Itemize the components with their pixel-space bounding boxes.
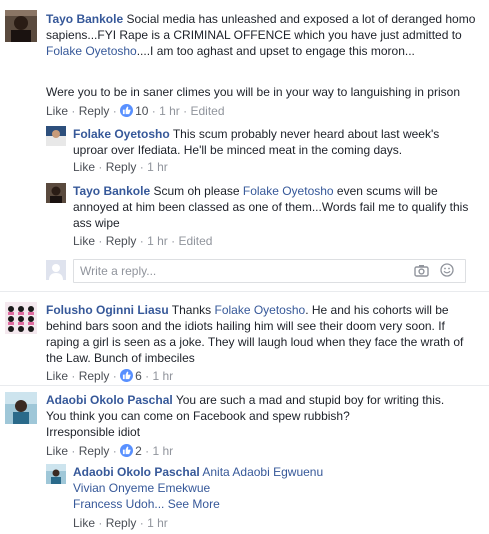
like-button[interactable]: Like <box>46 369 68 383</box>
reply-author[interactable]: Adaobi Okolo Paschal <box>73 465 200 479</box>
mention-link[interactable]: Folake Oyetosho <box>46 44 137 58</box>
comment-text-2: Were you to be in saner climes you will … <box>46 85 460 99</box>
separator: · <box>139 160 144 174</box>
reaction-count[interactable]: 6 <box>135 369 142 383</box>
reply-input[interactable] <box>80 263 400 279</box>
avatar[interactable] <box>5 302 37 334</box>
reply-button[interactable]: Reply <box>106 234 137 248</box>
avatar[interactable] <box>46 126 66 146</box>
timestamp[interactable]: 1 hr <box>152 369 173 383</box>
avatar[interactable] <box>5 392 37 424</box>
like-button[interactable]: Like <box>73 516 95 530</box>
separator: · <box>145 369 150 383</box>
mention-link[interactable]: Folake Oyetosho <box>214 303 305 317</box>
reply-text: Scum oh please <box>153 184 243 198</box>
separator: · <box>98 160 103 174</box>
reply-button[interactable]: Reply <box>79 369 110 383</box>
reply-box[interactable] <box>73 259 466 283</box>
like-button[interactable]: Like <box>73 234 95 248</box>
separator: · <box>112 444 117 458</box>
timestamp[interactable]: 1 hr <box>147 516 168 530</box>
comment-text: ....I am too aghast and upset to engage … <box>136 44 415 58</box>
separator: · <box>171 234 176 248</box>
like-button[interactable]: Like <box>73 160 95 174</box>
like-button[interactable]: Like <box>46 444 68 458</box>
timestamp[interactable]: 1 hr <box>152 444 173 458</box>
reply-body: Adaobi Okolo Paschal Anita Adaobi Egwuen… <box>73 464 473 512</box>
separator: · <box>139 234 144 248</box>
avatar[interactable] <box>46 464 66 484</box>
mention-link[interactable]: Francess Udoh <box>73 497 154 511</box>
comment-author[interactable]: Tayo Bankole <box>46 12 123 26</box>
mention-link[interactable]: Vivian Onyeme Emekwue <box>73 481 210 495</box>
separator: · <box>98 516 103 530</box>
reply-body: Folake Oyetosho This scum probably never… <box>73 126 473 158</box>
reaction-count[interactable]: 10 <box>135 104 148 118</box>
reply-actions: Like · Reply · 1 hr · Edited <box>73 233 212 249</box>
separator: · <box>71 369 76 383</box>
mention-link[interactable]: Folake Oyetosho <box>243 184 334 198</box>
avatar[interactable] <box>46 183 66 203</box>
comment-text-2: Irresponsible idiot <box>46 425 141 439</box>
comment-body: Folusho Oginni Liasu Thanks Folake Oyeto… <box>46 302 466 366</box>
separator: · <box>183 104 188 118</box>
timestamp[interactable]: 1 hr <box>159 104 180 118</box>
comment-actions: Like · Reply · 6 · 1 hr <box>46 368 173 384</box>
reply-button[interactable]: Reply <box>79 104 110 118</box>
comment-body: Tayo Bankole Social media has unleashed … <box>46 11 476 59</box>
reply-button[interactable]: Reply <box>79 444 110 458</box>
divider <box>0 291 489 292</box>
reply-actions: Like · Reply · 1 hr <box>73 515 168 531</box>
reply-body: Tayo Bankole Scum oh please Folake Oyeto… <box>73 183 473 231</box>
timestamp[interactable]: 1 hr <box>147 234 168 248</box>
current-user-avatar <box>46 260 66 280</box>
reply-button[interactable]: Reply <box>106 516 137 530</box>
edited-label[interactable]: Edited <box>178 234 212 248</box>
separator: · <box>71 104 76 118</box>
comment-actions: Like · Reply · 10 · 1 hr · Edited <box>46 103 225 119</box>
reaction-count[interactable]: 2 <box>135 444 142 458</box>
edited-label[interactable]: Edited <box>191 104 225 118</box>
reply-actions: Like · Reply · 1 hr <box>73 159 168 175</box>
separator: · <box>112 369 117 383</box>
mention-link[interactable]: Anita Adaobi Egwuenu <box>202 465 323 479</box>
comment-text: Thanks <box>171 303 215 317</box>
comment-author[interactable]: Adaobi Okolo Paschal <box>46 393 173 407</box>
separator: · <box>71 444 76 458</box>
separator: · <box>145 444 150 458</box>
comment-actions: Like · Reply · 2 · 1 hr <box>46 443 173 459</box>
separator: · <box>112 104 117 118</box>
see-more-link[interactable]: ... See More <box>154 497 219 511</box>
divider <box>0 385 489 386</box>
reply-author[interactable]: Tayo Bankole <box>73 184 150 198</box>
separator: · <box>98 234 103 248</box>
comment-body: Adaobi Okolo Paschal You are such a mad … <box>46 392 466 424</box>
separator: · <box>139 516 144 530</box>
thumbs-up-icon[interactable] <box>120 444 134 457</box>
avatar[interactable] <box>5 10 37 42</box>
like-button[interactable]: Like <box>46 104 68 118</box>
reply-author[interactable]: Folake Oyetosho <box>73 127 170 141</box>
thumbs-up-icon[interactable] <box>120 104 134 117</box>
thumbs-up-icon[interactable] <box>120 369 134 382</box>
comment-author[interactable]: Folusho Oginni Liasu <box>46 303 169 317</box>
reply-button[interactable]: Reply <box>106 160 137 174</box>
separator: · <box>151 104 156 118</box>
camera-icon[interactable] <box>414 264 429 280</box>
emoji-icon[interactable] <box>440 263 454 280</box>
timestamp[interactable]: 1 hr <box>147 160 168 174</box>
